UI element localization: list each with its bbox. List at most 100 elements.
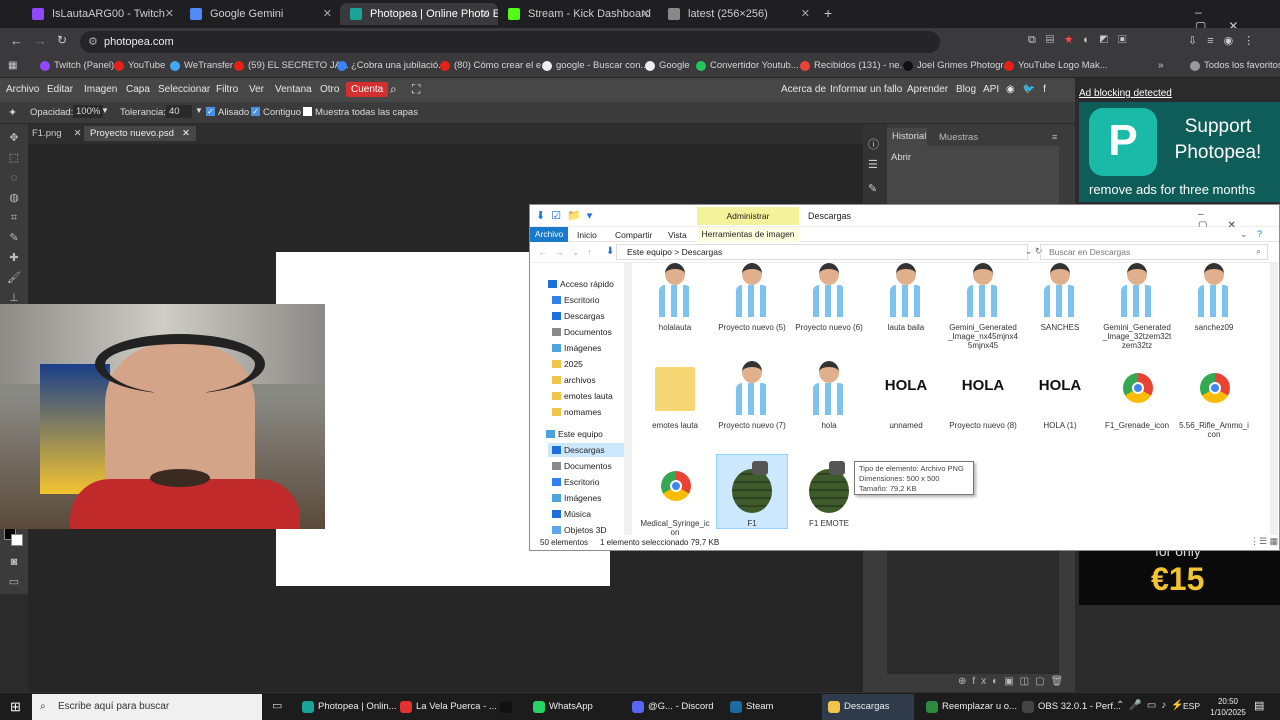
bookmark-item[interactable]: Recibidos (131) - ne...	[800, 60, 907, 71]
taskbar-app[interactable]: @G... - Discord	[630, 699, 714, 717]
view-toggle-icons[interactable]: ⋮☰ ▦	[1250, 536, 1278, 547]
lasso-tool-icon[interactable]: ◌	[7, 172, 21, 184]
menu-api[interactable]: API	[983, 84, 999, 95]
help-icon[interactable]: ?	[1257, 229, 1262, 239]
contiguous-checkbox[interactable]: ✓	[251, 107, 260, 116]
bookmark-item[interactable]: WeTransfer	[170, 60, 233, 71]
nav-item[interactable]: 2025	[552, 359, 583, 369]
nav-item[interactable]: Acceso rápido	[548, 279, 614, 289]
language-indicator[interactable]: ESP	[1183, 701, 1200, 711]
nav-item[interactable]: Descargas	[552, 311, 605, 321]
windows-start-icon[interactable]: ⊞	[10, 699, 21, 715]
quick-access-toolbar[interactable]: ⬇☑📁▾	[536, 209, 598, 222]
nav-scrollbar[interactable]	[624, 263, 632, 535]
menu-aprender[interactable]: Aprender	[907, 84, 948, 95]
file-item[interactable]: SANCHES	[1025, 263, 1095, 332]
panel-tab-historial[interactable]: Historial	[887, 128, 927, 146]
file-item[interactable]: emotes lauta	[640, 357, 710, 430]
eyedropper-icon[interactable]: ✎	[7, 232, 21, 244]
menu-ventana[interactable]: Ventana	[275, 84, 312, 95]
file-item[interactable]: holalauta	[640, 263, 710, 332]
path-field[interactable]: Este equipo > Descargas	[616, 244, 1028, 260]
menu-filtro[interactable]: Filtro	[216, 84, 238, 95]
file-item[interactable]: Gemini_Generated_Image_32tzem32tzem32tz	[1102, 263, 1172, 350]
panel-menu-icon[interactable]: ≡	[1052, 132, 1057, 142]
nav-item[interactable]: Documentos	[552, 327, 612, 337]
reload-icon[interactable]: ↻	[57, 33, 67, 47]
file-item[interactable]: Proyecto nuevo (6)	[794, 263, 864, 332]
tab-gemini[interactable]: Google Gemini ✕	[180, 3, 340, 25]
antialias-checkbox[interactable]: ✓	[206, 107, 215, 116]
quick-select-icon[interactable]: ◍	[7, 192, 21, 204]
layer-actions[interactable]: ⊕fx◐▣◫▢🗑	[958, 676, 1069, 687]
file-item[interactable]: sanchez09	[1179, 263, 1249, 332]
panel-tab-muestras[interactable]: Muestras	[939, 132, 978, 143]
all-layers-checkbox[interactable]	[303, 107, 312, 116]
search-field[interactable]: Buscar en Descargas	[1040, 244, 1268, 260]
notifications-icon[interactable]: ▤	[1254, 699, 1264, 712]
clone-stamp-icon[interactable]: ⊥	[7, 292, 21, 304]
file-item[interactable]: Gemini_Generated_Image_nx45mjnx45mjnx45	[948, 263, 1018, 350]
nav-item[interactable]: Objetos 3D	[552, 525, 607, 535]
taskbar-app[interactable]: Reemplazar u o...	[924, 699, 1017, 717]
chevron-down-icon[interactable]: ▼	[195, 106, 203, 115]
ribbon-tab-compartir[interactable]: Compartir	[615, 230, 652, 240]
nav-item[interactable]: nomames	[552, 407, 601, 417]
nav-item[interactable]: emotes lauta	[552, 391, 613, 401]
nav-arrows[interactable]: ←→⌄↑	[538, 247, 600, 258]
files-scrollbar[interactable]	[1270, 263, 1278, 535]
bookmark-item[interactable]: Convertidor Youtub...	[696, 60, 799, 71]
opacity-field[interactable]: 100%	[73, 105, 104, 118]
nav-item[interactable]: Documentos	[552, 461, 612, 471]
close-icon[interactable]: ✕	[74, 128, 82, 139]
marquee-tool-icon[interactable]: ⬚	[7, 152, 21, 164]
ribbon-tab-archivo[interactable]: Archivo	[530, 227, 568, 242]
fullscreen-icon[interactable]: ⛶	[412, 82, 420, 97]
file-item[interactable]: Proyecto nuevo (7)	[717, 357, 787, 430]
tab-latest[interactable]: latest (256×256) ✕	[658, 3, 818, 25]
nav-item[interactable]: Música	[552, 509, 591, 519]
tab-twitch[interactable]: IsLautaARG00 - Twitch ✕	[22, 3, 182, 25]
new-tab-button[interactable]: +	[824, 5, 832, 21]
nav-item[interactable]: Imágenes	[552, 343, 601, 353]
tolerance-field[interactable]: 40	[166, 105, 192, 118]
menu-archivo[interactable]: Archivo	[6, 84, 39, 95]
task-view-icon[interactable]: ▭	[272, 699, 282, 712]
url-field[interactable]: ⚙ photopea.com	[80, 31, 940, 53]
bookmark-item[interactable]: ¿Cobra una jubilació...	[337, 60, 446, 71]
ribbon-tab-inicio[interactable]: Inicio	[577, 230, 597, 240]
ribbon-tab-vista[interactable]: Vista	[668, 230, 687, 240]
address-bar-actions[interactable]: ⧉▤★◐◩▣	[1028, 34, 1137, 47]
taskbar-app[interactable]: OBS 32.0.1 - Perf...	[1020, 699, 1121, 717]
menu-capa[interactable]: Capa	[126, 84, 150, 95]
brush-tool-icon[interactable]: 🖌	[7, 272, 21, 284]
menu-blog[interactable]: Blog	[956, 84, 976, 95]
more-bookmarks-icon[interactable]: »	[1158, 60, 1164, 71]
menu-imagen[interactable]: Imagen	[84, 84, 117, 95]
quick-mask-icon[interactable]: ◙	[7, 556, 21, 568]
nav-item-selected[interactable]: Descargas	[552, 445, 605, 455]
file-item[interactable]: lauta baila	[871, 263, 941, 332]
ribbon-tab-herramientas[interactable]: Herramientas de imagen	[697, 227, 799, 242]
file-item[interactable]: HOLA Proyecto nuevo (8)	[948, 357, 1018, 430]
file-explorer-window[interactable]: ⬇☑📁▾ Administrar Descargas –▢✕ Archivo I…	[529, 204, 1280, 551]
info-icon[interactable]: ⓘ	[868, 136, 879, 152]
bookmark-item[interactable]: YouTube Logo Mak...	[1004, 60, 1108, 71]
healing-icon[interactable]: ✚	[7, 252, 21, 264]
brush-panel-icon[interactable]: ✎	[868, 182, 877, 195]
file-item[interactable]: HOLA HOLA (1)	[1025, 357, 1095, 430]
taskbar-app-tiktok[interactable]	[498, 699, 516, 717]
nav-item[interactable]: Este equipo	[546, 429, 603, 439]
back-arrow-icon[interactable]: ←	[10, 33, 23, 48]
menu-acerca[interactable]: Acerca de	[781, 84, 826, 95]
social-icons[interactable]: ◉🐦f	[1006, 84, 1054, 95]
menu-editar[interactable]: Editar	[47, 84, 73, 95]
taskbar-app[interactable]: Steam	[728, 699, 773, 717]
menu-informar[interactable]: Informar un fallo	[830, 84, 902, 95]
taskbar-search[interactable]: ⌕ Escribe aquí para buscar	[32, 694, 262, 720]
menu-otro[interactable]: Otro	[320, 84, 339, 95]
search-icon[interactable]: ⌕	[390, 82, 397, 97]
close-icon[interactable]: ✕	[801, 3, 810, 25]
history-item[interactable]: Abrir	[891, 152, 911, 163]
file-item[interactable]: 5.56_Rifle_Ammo_icon	[1179, 357, 1249, 439]
